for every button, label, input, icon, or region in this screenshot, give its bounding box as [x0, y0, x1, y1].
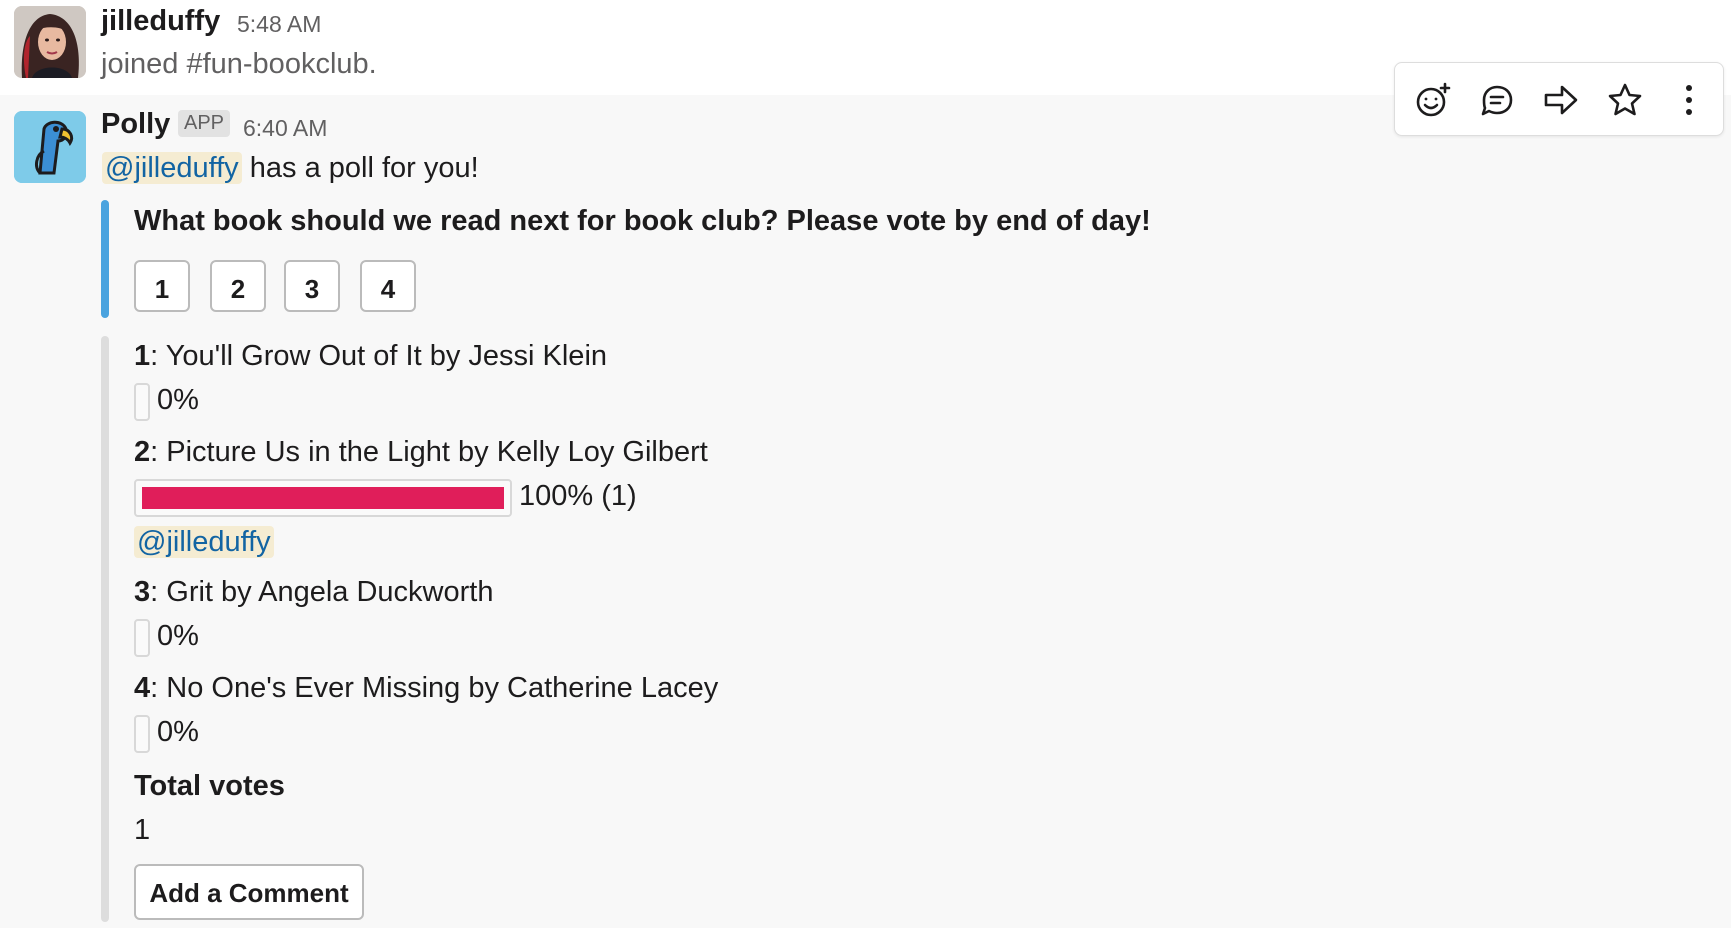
timestamp[interactable]: 5:48 AM — [237, 11, 321, 38]
intro-text: has a poll for you! — [249, 152, 479, 184]
vote-bar-3 — [134, 619, 150, 657]
more-actions-icon[interactable] — [1670, 81, 1708, 119]
option-title: Grit by Angela Duckworth — [158, 576, 494, 608]
vote-percent-3: 0% — [157, 620, 199, 652]
reply-thread-icon[interactable] — [1478, 81, 1516, 119]
vote-button-4[interactable]: 4 — [360, 260, 416, 312]
results-accent-bar — [101, 336, 109, 922]
poll-question: What book should we read next for book c… — [134, 205, 1151, 237]
user-mention[interactable]: @jilleduffy — [134, 526, 274, 558]
app-badge: APP — [178, 110, 231, 137]
avatar[interactable] — [14, 111, 86, 183]
author-name[interactable]: Polly — [101, 108, 170, 141]
timestamp[interactable]: 6:40 AM — [243, 115, 327, 142]
option-number: 4 — [134, 672, 151, 704]
option-number: 2 — [134, 436, 151, 468]
vote-bar-2 — [134, 479, 512, 517]
option-separator: : — [150, 672, 159, 704]
option-title: Picture Us in the Light by Kelly Loy Gil… — [158, 436, 708, 468]
author-name[interactable]: jilleduffy — [101, 5, 220, 38]
poll-option-1: 1: You'll Grow Out of It by Jessi Klein — [134, 340, 607, 373]
option-number: 3 — [134, 576, 151, 608]
option-number: 1 — [134, 340, 151, 372]
option-title: You'll Grow Out of It by Jessi Klein — [158, 340, 608, 372]
option-separator: : — [150, 436, 159, 468]
vote-bar-fill — [142, 487, 504, 509]
user-mention[interactable]: @jilleduffy — [102, 152, 242, 184]
user-photo-icon — [14, 6, 86, 78]
option-title: No One's Ever Missing by Catherine Lacey — [158, 672, 719, 704]
join-text: joined #fun-bookclub. — [101, 48, 377, 80]
vote-percent-4: 0% — [157, 716, 199, 748]
share-forward-icon[interactable] — [1542, 81, 1580, 119]
total-votes-label: Total votes — [134, 770, 285, 802]
avatar[interactable] — [14, 6, 86, 78]
poll-option-2: 2: Picture Us in the Light by Kelly Loy … — [134, 436, 708, 469]
vote-percent-1: 0% — [157, 384, 199, 416]
vote-bar-1 — [134, 383, 150, 421]
vote-percent-2: 100% (1) — [519, 480, 637, 512]
add-reaction-icon[interactable] — [1414, 81, 1452, 119]
star-icon[interactable] — [1606, 81, 1644, 119]
total-votes-value: 1 — [134, 814, 151, 846]
vote-button-2[interactable]: 2 — [210, 260, 266, 312]
vote-bar-4 — [134, 715, 150, 753]
option-separator: : — [150, 340, 159, 372]
option-separator: : — [150, 576, 159, 608]
parrot-icon — [14, 111, 86, 183]
add-comment-button[interactable]: Add a Comment — [134, 864, 364, 920]
attachment-accent-bar — [101, 200, 109, 318]
poll-intro: @jilleduffy has a poll for you! — [102, 152, 479, 185]
poll-option-4: 4: No One's Ever Missing by Catherine La… — [134, 672, 718, 705]
vote-button-3[interactable]: 3 — [284, 260, 340, 312]
voter-list: @jilleduffy — [134, 526, 274, 559]
poll-option-3: 3: Grit by Angela Duckworth — [134, 576, 493, 609]
message-actions-toolbar — [1394, 62, 1724, 136]
vote-button-1[interactable]: 1 — [134, 260, 190, 312]
